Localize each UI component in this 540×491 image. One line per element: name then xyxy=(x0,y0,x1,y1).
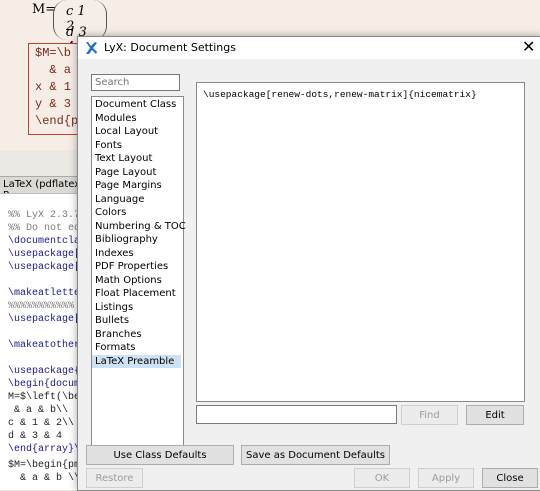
category-item-page-margins[interactable]: Page Margins xyxy=(92,179,181,192)
source-line: & a & b \\ xyxy=(8,473,81,484)
category-item-math-options[interactable]: Math Options xyxy=(92,274,181,287)
source-line: & a & b\\ xyxy=(8,405,69,416)
dialog-titlebar[interactable]: LyX: Document Settings ✕ xyxy=(78,37,540,59)
source-line: \end{array}\ xyxy=(8,444,81,455)
category-item-numbering-toc[interactable]: Numbering & TOC xyxy=(92,220,186,233)
find-input[interactable] xyxy=(196,405,397,424)
source-line: d & 3 & 4 xyxy=(8,431,63,442)
restore-button[interactable]: Restore xyxy=(86,468,143,488)
save-as-document-defaults-button[interactable]: Save as Document Defaults xyxy=(241,445,390,465)
preamble-text: \usepackage[renew-dots,renew-matrix]{nic… xyxy=(203,89,477,100)
category-item-bullets[interactable]: Bullets xyxy=(92,314,181,327)
source-line: \makeatlette xyxy=(8,288,81,299)
category-list[interactable]: Document Class Modules Local Layout Font… xyxy=(91,96,186,448)
source-line: $M=\begin{pm xyxy=(8,460,81,471)
category-item-colors[interactable]: Colors xyxy=(92,206,181,219)
search-input[interactable] xyxy=(91,74,180,91)
use-class-defaults-button[interactable]: Use Class Defaults xyxy=(86,445,234,465)
lyx-logo-icon xyxy=(86,42,97,54)
apply-button[interactable]: Apply xyxy=(418,468,474,488)
category-item-branches[interactable]: Branches xyxy=(92,328,181,341)
category-item-listings[interactable]: Listings xyxy=(92,301,181,314)
source-line: \begin{docum xyxy=(8,379,81,390)
close-icon[interactable]: ✕ xyxy=(522,38,535,56)
source-line: %%%%%%%%%%% xyxy=(8,301,75,312)
ert-line: & a xyxy=(35,63,72,77)
category-item-indexes[interactable]: Indexes xyxy=(92,247,181,260)
dialog-title: LyX: Document Settings xyxy=(104,41,236,54)
ert-line: $M=\b xyxy=(35,46,72,60)
source-line: \usepackage[ xyxy=(8,262,81,273)
source-line: \usepackage[ xyxy=(8,314,81,325)
ok-button[interactable]: OK xyxy=(354,468,410,488)
source-line: M=$\left(\be xyxy=(8,392,81,403)
category-item-float-placement[interactable]: Float Placement xyxy=(92,287,181,300)
ert-line: y & 3 xyxy=(35,97,72,111)
category-item-bibliography[interactable]: Bibliography xyxy=(92,233,181,246)
close-button[interactable]: Close xyxy=(482,468,538,488)
category-item-fonts[interactable]: Fonts xyxy=(92,139,181,152)
source-line: %% LyX 2.3.7 xyxy=(8,210,81,221)
category-item-latex-preamble[interactable]: LaTeX Preamble xyxy=(92,354,181,368)
category-item-formats[interactable]: Formats xyxy=(92,341,181,354)
category-item-language[interactable]: Language xyxy=(92,193,181,206)
find-button[interactable]: Find xyxy=(401,405,458,425)
ert-line: x & 1 xyxy=(35,80,72,94)
source-line: \usepackage{ xyxy=(8,366,81,377)
source-line: %% Do not ed xyxy=(8,223,81,234)
category-item-page-layout[interactable]: Page Layout xyxy=(92,166,181,179)
category-item-document-class[interactable]: Document Class xyxy=(92,98,181,111)
source-line: c & 1 & 2\\ xyxy=(8,418,75,429)
category-item-pdf-properties[interactable]: PDF Properties xyxy=(92,260,181,273)
document-settings-dialog: LyX: Document Settings ✕ Document Class … xyxy=(77,36,540,491)
category-item-local-layout[interactable]: Local Layout xyxy=(92,125,181,138)
edit-button[interactable]: Edit xyxy=(466,405,524,425)
ert-line: \end{p xyxy=(35,114,79,128)
category-item-text-layout[interactable]: Text Layout xyxy=(92,152,181,165)
source-line: \documentcla xyxy=(8,236,81,247)
preamble-editor[interactable]: \usepackage[renew-dots,renew-matrix]{nic… xyxy=(196,82,525,402)
source-line: \makeatother xyxy=(8,340,81,351)
category-item-modules[interactable]: Modules xyxy=(92,112,181,125)
source-line: \usepackage[ xyxy=(8,249,81,260)
